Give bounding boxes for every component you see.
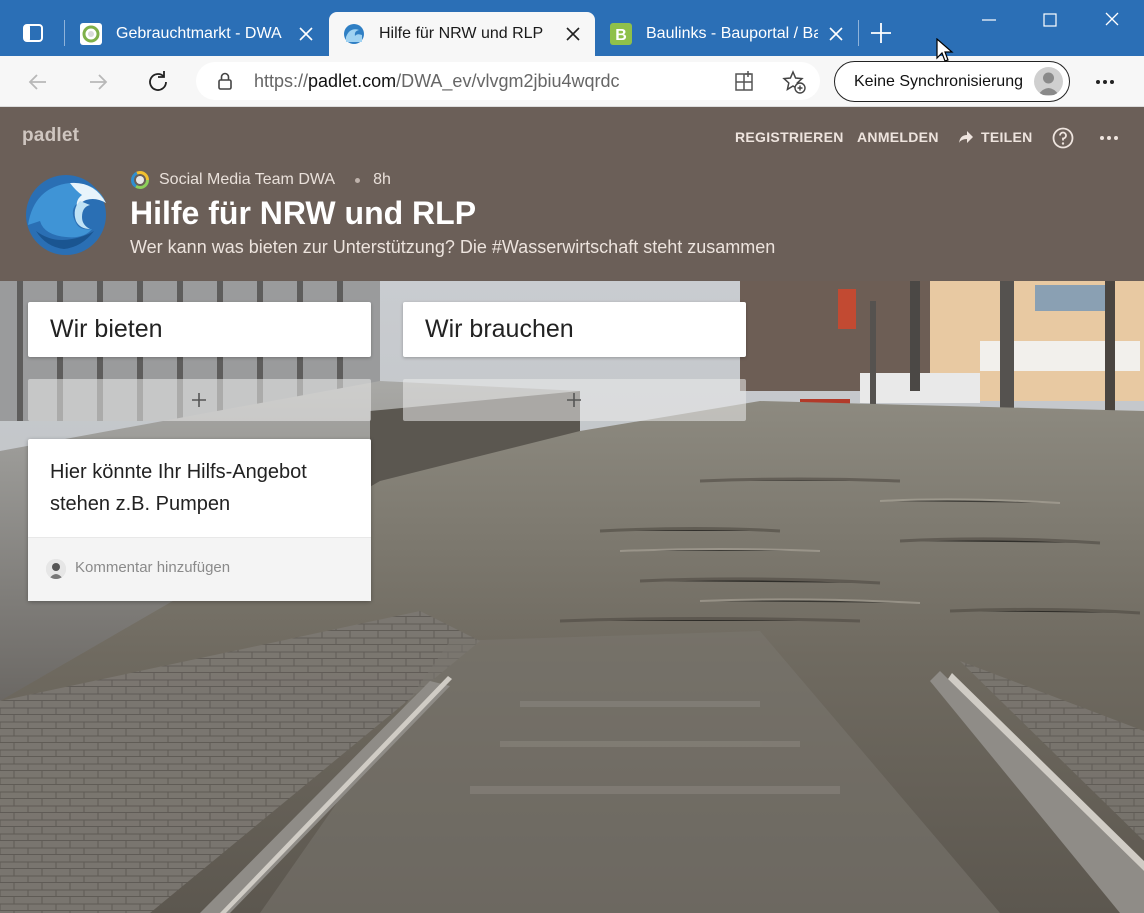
post-age: 8h <box>373 171 391 188</box>
separator-dot <box>355 177 361 183</box>
share-button[interactable]: TEILEN <box>981 129 1033 145</box>
tab-title: Hilfe für NRW und RLP <box>379 25 544 42</box>
lock-icon[interactable] <box>214 70 236 92</box>
profile-avatar-icon <box>1034 67 1063 96</box>
baulinks-favicon: B <box>610 23 632 45</box>
close-window-icon[interactable] <box>1097 8 1127 32</box>
share-arrow-icon[interactable] <box>957 128 975 146</box>
author-avatar-icon[interactable] <box>130 170 150 190</box>
mouse-cursor-icon <box>936 38 954 62</box>
close-tab-icon[interactable] <box>563 24 583 44</box>
tab-actions-icon[interactable] <box>22 22 44 44</box>
maximize-icon[interactable] <box>1035 8 1065 32</box>
post-text: Hier könnte Ihr Hilfs-Angebot stehen z.B… <box>50 461 307 515</box>
forward-arrow-icon[interactable] <box>84 68 112 96</box>
browser-toolbar: https://padlet.com/DWA_ev/vlvgm2jbiu4wqr… <box>0 56 1144 107</box>
sync-label: Keine Synchronisierung <box>854 73 1023 90</box>
comment-input[interactable]: Kommentar hinzufügen <box>75 559 230 576</box>
new-tab-plus-icon[interactable] <box>868 20 894 46</box>
author-row: Social Media Team DWA 8h <box>130 170 391 190</box>
url-text[interactable]: https://padlet.com/DWA_ev/vlvgm2jbiu4wqr… <box>254 71 620 92</box>
column-header-wir-brauchen[interactable]: Wir brauchen <box>403 302 746 357</box>
page-description: Wer kann was bieten zur Unterstützung? D… <box>130 237 776 257</box>
tab-title: Gebrauchtmarkt - DWA <box>116 25 282 42</box>
padlet-wave-favicon <box>344 24 364 44</box>
tab-hilfe-nrw-rlp[interactable]: Hilfe für NRW und RLP <box>329 12 595 56</box>
browser-titlebar: Gebrauchtmarkt - DWA Hilfe für NRW und R… <box>0 0 1144 56</box>
url-path: /DWA_ev/vlvgm2jbiu4wqrdc <box>396 71 620 91</box>
close-tab-icon[interactable] <box>296 24 316 44</box>
browser-menu-more-icon[interactable] <box>1090 68 1120 96</box>
tab-baulinks[interactable]: B Baulinks - Bauportal / Ba <box>596 12 858 56</box>
app-available-icon[interactable] <box>732 70 756 94</box>
sync-profile-button[interactable]: Keine Synchronisierung <box>834 61 1070 102</box>
plus-icon <box>567 393 581 407</box>
tab-separator <box>64 20 65 46</box>
commenter-avatar-icon <box>46 559 66 579</box>
help-question-icon[interactable] <box>1052 127 1074 149</box>
comment-area[interactable]: Kommentar hinzufügen <box>28 537 371 601</box>
gebrauchtmarkt-favicon <box>80 23 102 45</box>
register-button[interactable]: REGISTRIEREN <box>735 129 844 145</box>
column-title: Wir bieten <box>50 315 163 343</box>
author-name[interactable]: Social Media Team DWA <box>159 171 335 189</box>
padlet-header: padlet REGISTRIEREN ANMELDEN TEILEN Soci… <box>0 107 1144 281</box>
refresh-icon[interactable] <box>144 68 172 96</box>
tab-separator <box>858 20 859 46</box>
page-title: Hilfe für NRW und RLP <box>130 195 477 231</box>
back-arrow-icon[interactable] <box>24 68 52 96</box>
tab-gebrauchtmarkt[interactable]: Gebrauchtmarkt - DWA <box>66 12 328 56</box>
post-card[interactable]: Hier könnte Ihr Hilfs-Angebot stehen z.B… <box>28 439 371 601</box>
login-button[interactable]: ANMELDEN <box>857 129 939 145</box>
minimize-icon[interactable] <box>974 8 1004 32</box>
add-post-button-wir-brauchen[interactable] <box>403 379 746 421</box>
add-post-button-wir-bieten[interactable] <box>28 379 371 421</box>
svg-text:B: B <box>615 27 627 44</box>
column-header-wir-bieten[interactable]: Wir bieten <box>28 302 371 357</box>
wave-wall-icon <box>26 175 106 255</box>
address-bar[interactable]: https://padlet.com/DWA_ev/vlvgm2jbiu4wqr… <box>196 62 820 100</box>
column-title: Wir brauchen <box>425 315 574 343</box>
padlet-more-icon[interactable] <box>1098 127 1120 149</box>
tab-title: Baulinks - Bauportal / Ba <box>646 25 818 42</box>
url-prefix: https:// <box>254 71 309 91</box>
url-domain: padlet.com <box>308 71 397 91</box>
padlet-logo[interactable]: padlet <box>22 125 79 147</box>
favorite-star-add-icon[interactable] <box>782 70 806 94</box>
plus-icon <box>192 393 206 407</box>
close-tab-icon[interactable] <box>826 24 846 44</box>
